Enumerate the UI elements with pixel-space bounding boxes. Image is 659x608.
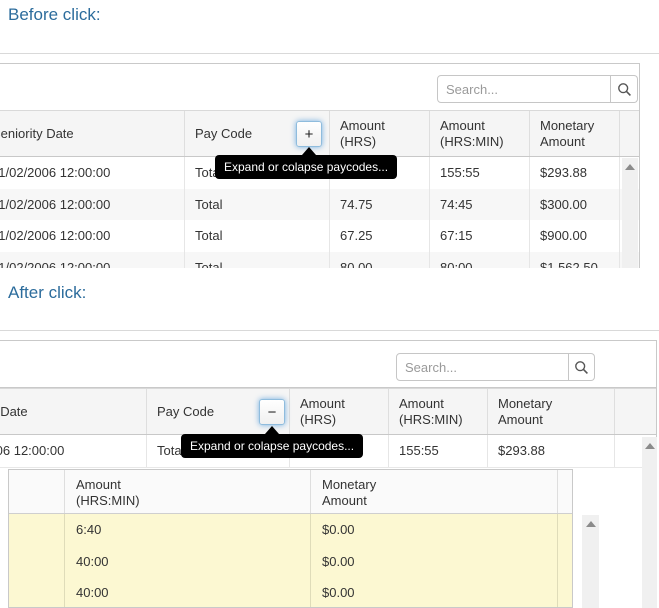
cell-monetary: $293.88 xyxy=(488,435,615,467)
subtable-header: Amount (HRS:MIN) Monetary Amount xyxy=(9,470,572,514)
tooltip-caret xyxy=(265,426,279,434)
header-monetary[interactable]: Monetary Amount xyxy=(530,111,620,156)
header-amount-hrs[interactable]: Amount (HRS) xyxy=(330,111,430,156)
cell-seniority-date: 11/02/2006 12:00:00 xyxy=(0,252,185,269)
search-button[interactable] xyxy=(569,353,595,381)
scroll-up-icon[interactable] xyxy=(586,521,596,527)
vertical-scrollbar[interactable] xyxy=(622,158,638,268)
table-row[interactable]: 11/02/2006 12:00:00 Total 67.25 67:15 $9… xyxy=(0,220,640,253)
cell-pay-code: Total xyxy=(185,189,330,221)
collapse-paycodes-button[interactable]: − xyxy=(259,399,285,425)
header-seniority-date[interactable]: Seniority Date xyxy=(0,389,147,434)
search-icon xyxy=(617,82,632,97)
cell-amount-hrsmin: 155:55 xyxy=(389,435,488,467)
subtable-row[interactable]: 6:40 $0.00 xyxy=(9,514,572,546)
table-row[interactable]: 11/02/2006 12:00:00 Total 80.00 80:00 $1… xyxy=(0,252,640,269)
header-amount-hrsmin[interactable]: Amount (HRS:MIN) xyxy=(389,389,488,434)
search-button[interactable] xyxy=(611,75,638,103)
search-icon xyxy=(574,360,589,375)
cell-amount-hrs: 74.75 xyxy=(330,189,430,221)
subheader-spacer xyxy=(9,470,65,513)
cell-seniority-date: 11/02/2006 12:00:00 xyxy=(0,435,147,467)
after-grid-toolbar xyxy=(0,340,657,388)
subcell-monetary: $0.00 xyxy=(311,546,558,578)
after-grid-header: Seniority Date Pay Code Amount (HRS) Amo… xyxy=(0,388,657,435)
after-heading: After click: xyxy=(8,283,86,303)
cell-pay-code: Total xyxy=(185,220,330,252)
subtable-scrollbar[interactable] xyxy=(582,515,599,608)
subheader-amount-hrsmin[interactable]: Amount (HRS:MIN) xyxy=(65,470,311,513)
cell-monetary: $300.00 xyxy=(530,189,620,221)
cell-amount-hrsmin: 80:00 xyxy=(430,252,530,269)
header-monetary[interactable]: Monetary Amount xyxy=(488,389,615,434)
header-seniority-date[interactable]: Seniority Date xyxy=(0,111,185,156)
cell-amount-hrs: 67.25 xyxy=(330,220,430,252)
subcell-amount-hrsmin: 40:00 xyxy=(65,546,311,578)
divider xyxy=(0,330,659,331)
tooltip: Expand or colapse paycodes... xyxy=(181,434,363,458)
cell-monetary: $900.00 xyxy=(530,220,620,252)
cell-seniority-date: 11/02/2006 12:00:00 xyxy=(0,189,185,221)
subcell-monetary: $0.00 xyxy=(311,577,558,608)
header-amount-hrsmin[interactable]: Amount (HRS:MIN) xyxy=(430,111,530,156)
cell-monetary: $293.88 xyxy=(530,157,620,189)
subheader-monetary[interactable]: Monetary Amount xyxy=(311,470,558,513)
subcell-spacer xyxy=(9,546,65,578)
tooltip: Expand or colapse paycodes... xyxy=(215,155,397,179)
subcell-spacer xyxy=(9,577,65,608)
cell-amount-hrsmin: 67:15 xyxy=(430,220,530,252)
page: Before click: Seniority Date Pay Code Am… xyxy=(0,0,659,608)
header-amount-hrs[interactable]: Amount (HRS) xyxy=(290,389,389,434)
cell-seniority-date: 11/02/2006 12:00:00 xyxy=(0,157,185,189)
cell-amount-hrsmin: 155:55 xyxy=(430,157,530,189)
cell-pay-code: Total xyxy=(185,252,330,269)
cell-seniority-date: 11/02/2006 12:00:00 xyxy=(0,220,185,252)
cell-monetary: $1,562.50 xyxy=(530,252,620,269)
scroll-up-icon[interactable] xyxy=(625,164,635,170)
grid-right-border xyxy=(639,63,640,268)
table-row[interactable]: 11/02/2006 12:00:00 Total 74.75 74:45 $3… xyxy=(0,189,640,222)
cell-amount-hrs: 80.00 xyxy=(330,252,430,269)
subcell-amount-hrsmin: 6:40 xyxy=(65,514,311,546)
paycodes-subtable: Amount (HRS:MIN) Monetary Amount 6:40 $0… xyxy=(8,469,573,608)
search-input[interactable] xyxy=(437,75,611,103)
subcell-amount-hrsmin: 40:00 xyxy=(65,577,311,608)
after-grid: Seniority Date Pay Code Amount (HRS) Amo… xyxy=(0,340,657,608)
subcell-monetary: $0.00 xyxy=(311,514,558,546)
header-spacer xyxy=(620,111,640,156)
header-spacer xyxy=(615,389,657,434)
vertical-scrollbar[interactable] xyxy=(642,437,657,608)
scroll-up-icon[interactable] xyxy=(645,443,655,449)
before-heading: Before click: xyxy=(8,5,101,25)
cell-amount-hrsmin: 74:45 xyxy=(430,189,530,221)
subtable-row[interactable]: 40:00 $0.00 xyxy=(9,546,572,578)
subcell-spacer xyxy=(9,514,65,546)
tooltip-caret xyxy=(302,147,316,155)
subtable-row[interactable]: 40:00 $0.00 xyxy=(9,577,572,608)
subheader-spacer xyxy=(558,470,572,513)
divider xyxy=(0,53,659,54)
expand-paycodes-button[interactable]: + xyxy=(296,121,322,147)
search-input[interactable] xyxy=(396,353,569,381)
before-grid-toolbar xyxy=(0,63,640,111)
